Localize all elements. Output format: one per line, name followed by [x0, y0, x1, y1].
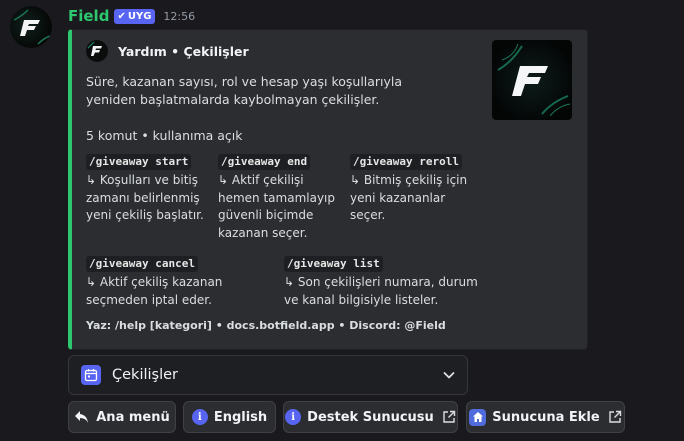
command-name: /giveaway cancel: [86, 256, 198, 272]
command-name: /giveaway end: [218, 154, 311, 170]
field-giveaway-end: /giveaway end ↳ Aktif çekilişi hemen tam…: [218, 153, 348, 242]
english-button[interactable]: i English: [183, 401, 276, 433]
home-icon: [469, 408, 487, 426]
button-label: Sunucuna Ekle: [492, 409, 600, 425]
timestamp: 12:56: [163, 9, 196, 23]
field-logo-icon: [497, 43, 571, 117]
field-giveaway-reroll: /giveaway reroll ↳ Bitmiş çekiliş için y…: [350, 153, 490, 225]
field-giveaway-list: /giveaway list ↳ Son çekilişleri numara,…: [284, 255, 514, 309]
field-giveaway-cancel: /giveaway cancel ↳ Aktif çekiliş kazanan…: [86, 255, 281, 309]
command-description: ↳ Aktif çekiliş kazanan seçmeden iptal e…: [86, 275, 223, 307]
calendar-icon: [81, 365, 101, 385]
embed-description: Süre, kazanan sayısı, rol ve hesap yaşı …: [86, 74, 403, 107]
command-name: /giveaway start: [86, 154, 192, 170]
badge-label: UYG: [127, 10, 152, 22]
support-server-button[interactable]: i Destek Sunucusu: [283, 401, 458, 433]
bot-avatar[interactable]: [10, 6, 52, 48]
button-label: Destek Sunucusu: [307, 409, 434, 425]
command-name: /giveaway reroll: [350, 154, 462, 170]
field-logo-icon: [13, 9, 51, 45]
embed-author-name: Yardım • Çekilişler: [118, 43, 249, 59]
external-link-icon: [442, 410, 456, 424]
field-giveaway-start: /giveaway start ↳ Koşulları ve bitiş zam…: [86, 153, 216, 225]
select-value: Çekilişler: [112, 367, 178, 383]
message-header: Field ✔ UYG 12:56: [68, 6, 195, 26]
info-icon: i: [285, 409, 302, 425]
category-select[interactable]: Çekilişler: [68, 355, 468, 395]
reply-arrow-icon: [74, 410, 90, 424]
author-logo-icon: [86, 40, 108, 62]
command-description: ↳ Son çekilişleri numara, durum ve kanal…: [284, 275, 478, 307]
command-description: ↳ Bitmiş çekiliş için yeni kazananlar se…: [350, 173, 468, 222]
external-link-icon: [608, 410, 622, 424]
add-to-server-button[interactable]: Sunucuna Ekle: [466, 401, 625, 433]
command-count: 5 komut • kullanıma açık: [86, 128, 243, 143]
bot-name[interactable]: Field: [68, 7, 109, 25]
command-description: ↳ Koşulları ve bitiş zamanı belirlenmiş …: [86, 173, 204, 222]
button-label: Ana menü: [96, 409, 170, 425]
embed-author: Yardım • Çekilişler: [86, 40, 249, 62]
info-icon: i: [191, 409, 208, 425]
chevron-down-icon: [441, 367, 457, 387]
app-badge: ✔ UYG: [114, 8, 156, 24]
help-embed: Yardım • Çekilişler Süre, kazanan sayısı…: [68, 29, 588, 350]
main-menu-button[interactable]: Ana menü: [68, 401, 176, 433]
button-label: English: [213, 409, 268, 425]
command-description: ↳ Aktif çekilişi hemen tamamlayıp güvenl…: [218, 173, 336, 240]
embed-footer: Yaz: /help [kategori] • docs.botfield.ap…: [86, 319, 446, 332]
verified-check-icon: ✔: [117, 10, 126, 22]
embed-thumbnail[interactable]: [492, 40, 572, 120]
command-name: /giveaway list: [284, 256, 383, 272]
